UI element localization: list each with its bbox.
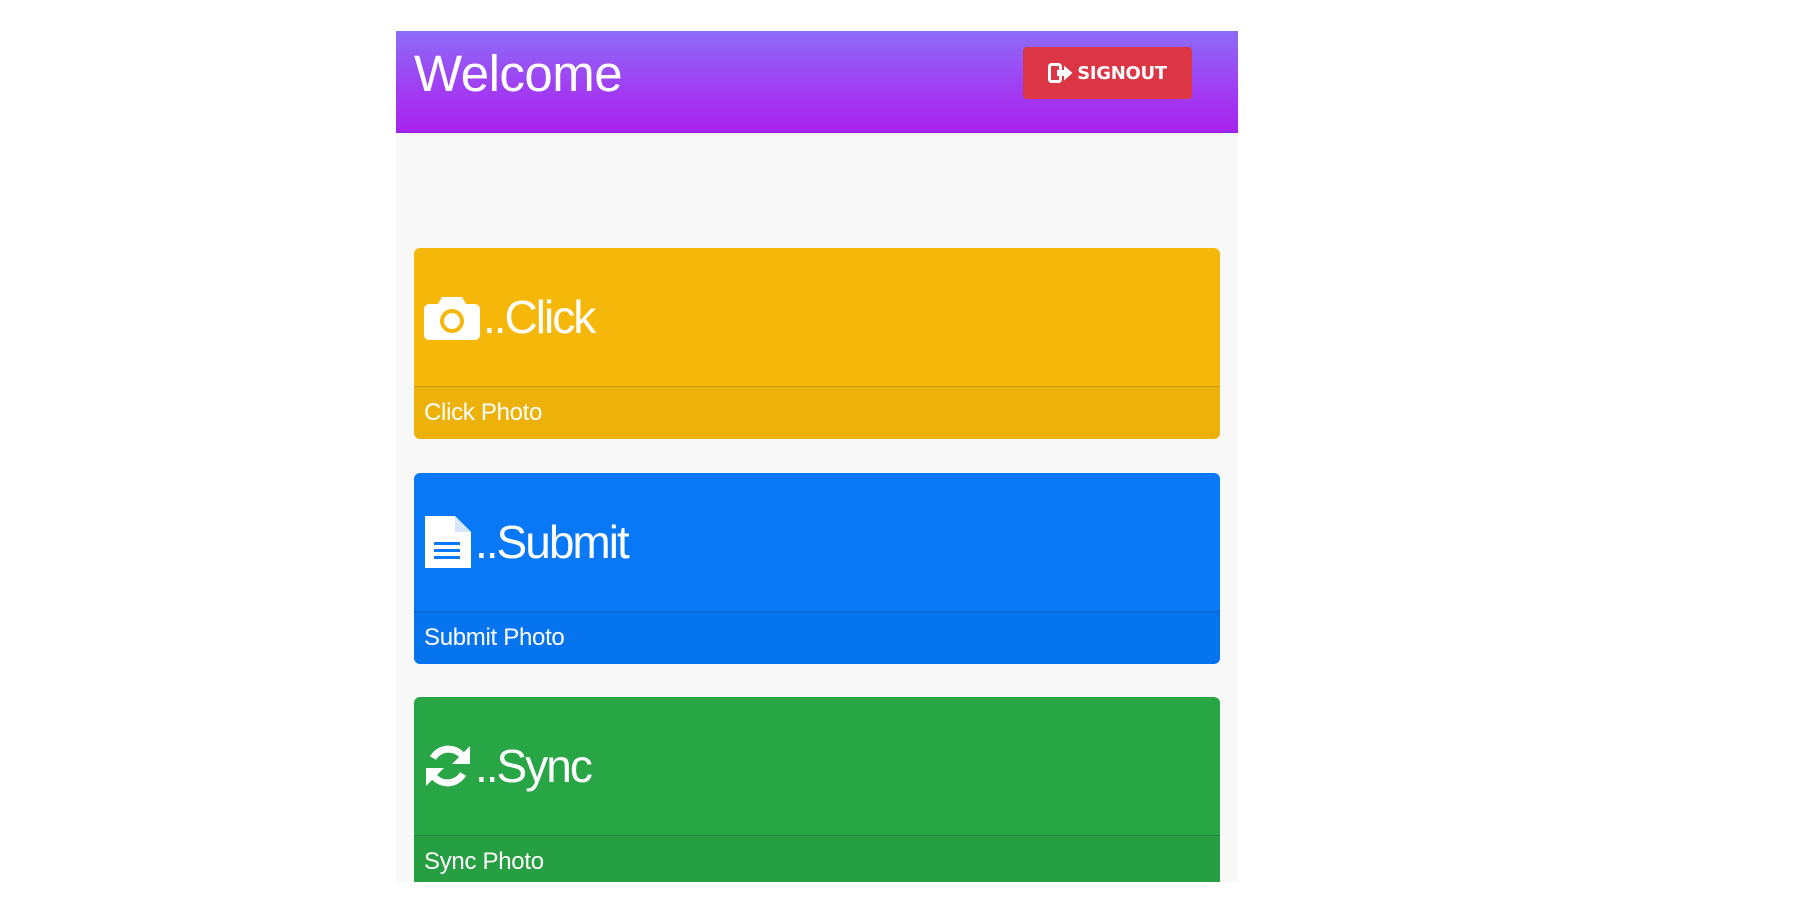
card-footer: Sync Photo [414,835,1220,882]
submit-photo-card[interactable]: ..Submit Submit Photo [414,473,1220,664]
camera-icon [423,293,481,341]
app-container: Welcome SIGNOUT ..Click Click Photo ..Su… [396,31,1238,882]
signout-label: SIGNOUT [1077,62,1167,84]
card-body: ..Sync [414,697,1220,835]
card-body: ..Submit [414,473,1220,611]
header-bar: Welcome SIGNOUT [396,31,1238,133]
refresh-icon [423,741,473,791]
click-photo-card[interactable]: ..Click Click Photo [414,248,1220,439]
card-footer: Submit Photo [414,611,1220,664]
page-title: Welcome [414,45,623,102]
card-title: ..Click [483,291,596,343]
signout-button[interactable]: SIGNOUT [1023,47,1192,99]
file-text-icon [423,514,473,570]
sign-out-icon [1048,62,1074,84]
card-title: ..Submit [475,516,630,568]
card-body: ..Click [414,248,1220,386]
sync-photo-card[interactable]: ..Sync Sync Photo [414,697,1220,882]
card-footer: Click Photo [414,386,1220,439]
card-title: ..Sync [475,740,593,792]
